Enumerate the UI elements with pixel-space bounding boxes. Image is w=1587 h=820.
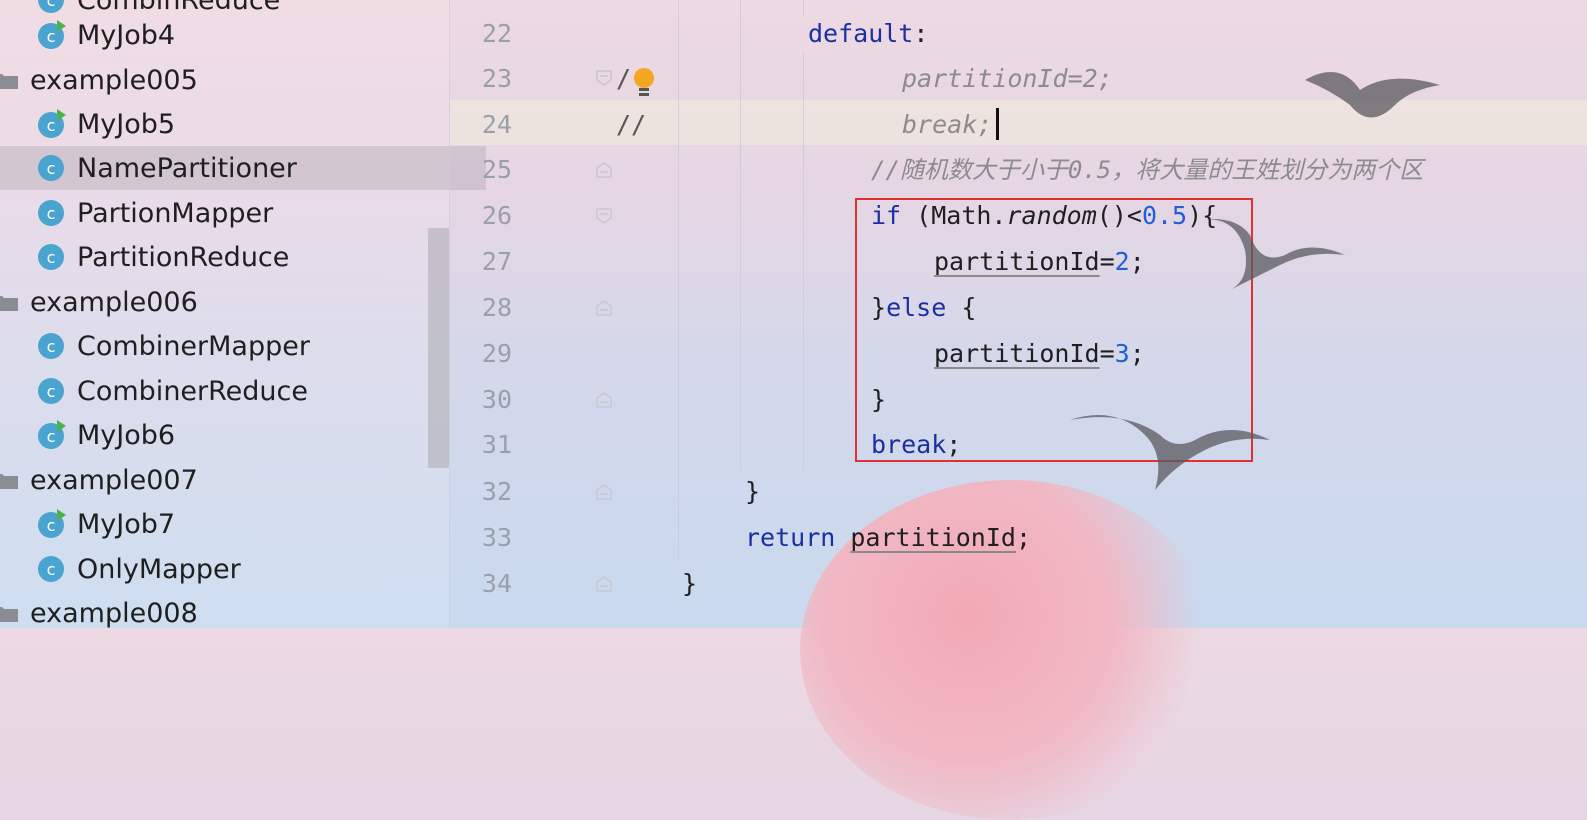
tree-item-label: example005 <box>30 64 198 96</box>
line-number: 32 <box>481 477 512 506</box>
run-class-icon: c <box>36 420 66 450</box>
class-icon: c <box>36 198 66 228</box>
package-folder-icon <box>0 604 18 622</box>
tree-item-example006[interactable]: example006 <box>0 280 450 324</box>
class-icon: c <box>36 242 66 272</box>
svg-text:c: c <box>47 27 56 46</box>
code-line-23[interactable]: partitionId=2; <box>902 64 1113 94</box>
svg-text:c: c <box>47 382 56 401</box>
tree-item-label: example006 <box>30 286 198 318</box>
line-number: 30 <box>481 385 512 414</box>
svg-text:c: c <box>47 204 56 223</box>
tree-item-myjob5[interactable]: c MyJob5 <box>0 102 486 146</box>
fold-end-icon[interactable] <box>596 484 612 500</box>
tree-item-label: MyJob6 <box>77 419 176 451</box>
line-number: 25 <box>481 155 512 184</box>
tree-item-combinermapper[interactable]: c CombinerMapper <box>0 324 486 368</box>
project-tree: c CombinReduce c MyJob4 example005 c MyJ… <box>0 0 486 629</box>
svg-text:c: c <box>47 560 56 579</box>
sidebar-scrollbar[interactable] <box>428 228 449 468</box>
line-number: 29 <box>481 339 512 368</box>
tree-item-myjob4[interactable]: c MyJob4 <box>0 13 486 57</box>
package-folder-icon <box>0 293 18 311</box>
tree-item-label: example008 <box>30 597 198 629</box>
fold-end-icon[interactable] <box>596 392 612 408</box>
indent-guide <box>740 0 741 470</box>
svg-text:c: c <box>47 427 56 446</box>
indent-guide <box>803 52 804 470</box>
text-caret <box>996 108 999 140</box>
svg-text:c: c <box>47 159 56 178</box>
variable: partitionId <box>850 523 1016 552</box>
tree-item-myjob6[interactable]: c MyJob6 <box>0 413 486 457</box>
tree-item-partionmapper[interactable]: c PartionMapper <box>0 191 486 235</box>
svg-text:c: c <box>47 116 56 135</box>
code-line-22[interactable]: default: <box>808 19 928 49</box>
line-number: 26 <box>481 201 512 230</box>
line-number: 33 <box>481 523 512 552</box>
tree-item-partitionreduce[interactable]: c PartitionReduce <box>0 235 486 279</box>
line-number: 31 <box>481 430 512 459</box>
bird-silhouette-icon <box>1200 219 1345 290</box>
code-line-33[interactable]: return partitionId; <box>745 523 1031 553</box>
run-class-icon: c <box>36 109 66 139</box>
code-line-25[interactable]: //随机数大于小于0.5，将大量的王姓划分为两个区 <box>871 155 1423 185</box>
tree-item-label: NamePartitioner <box>77 152 297 184</box>
package-folder-icon <box>0 71 18 89</box>
tree-item-label: CombinerReduce <box>77 375 309 407</box>
tree-item-label: MyJob7 <box>77 508 176 540</box>
tree-item-label: MyJob4 <box>77 19 176 51</box>
class-icon: c <box>36 331 66 361</box>
tree-item-example007[interactable]: example007 <box>0 458 450 502</box>
svg-text:c: c <box>47 0 56 10</box>
bird-silhouette-icon <box>1305 72 1440 118</box>
code-text: : <box>913 19 929 48</box>
tree-item-label: PartionMapper <box>77 197 274 229</box>
line-number: 24 <box>481 110 512 139</box>
keyword: return <box>745 523 836 552</box>
fold-toggle-icon[interactable] <box>596 70 612 86</box>
comment-marker: // <box>616 110 647 139</box>
fold-end-icon[interactable] <box>596 300 612 316</box>
tree-item-example008[interactable]: example008 <box>0 591 450 635</box>
code-line-34[interactable]: } <box>682 569 697 599</box>
tree-item-combinerreduce[interactable]: c CombinerReduce <box>0 369 486 413</box>
run-class-icon: c <box>36 20 66 50</box>
tree-item-namepartitioner[interactable]: c NamePartitioner <box>0 146 486 190</box>
tree-item-onlymapper[interactable]: c OnlyMapper <box>0 547 486 591</box>
tree-item-label: OnlyMapper <box>77 553 241 585</box>
line-number: 22 <box>481 19 512 48</box>
svg-text:c: c <box>47 516 56 535</box>
line-number: 23 <box>481 64 512 93</box>
fold-toggle-icon[interactable] <box>596 208 612 224</box>
tree-item-label: CombinerMapper <box>77 330 310 362</box>
line-number: 27 <box>481 247 512 276</box>
line-number: 28 <box>481 293 512 322</box>
svg-text:c: c <box>47 248 56 267</box>
fold-end-icon[interactable] <box>596 162 612 178</box>
tree-item-example005[interactable]: example005 <box>0 58 450 102</box>
class-icon: c <box>36 376 66 406</box>
indent-guide <box>803 0 804 16</box>
tree-item-label: example007 <box>30 464 198 496</box>
comment-marker: / <box>616 64 632 93</box>
bird-silhouette-icon <box>1070 415 1270 490</box>
code-line-24[interactable]: break; <box>902 110 992 140</box>
run-class-icon: c <box>36 509 66 539</box>
code-line-32[interactable]: } <box>745 477 760 507</box>
code-text: ; <box>1015 523 1032 552</box>
package-folder-icon <box>0 471 18 489</box>
svg-text:c: c <box>47 337 56 356</box>
tree-item-myjob7[interactable]: c MyJob7 <box>0 502 486 546</box>
indent-guide <box>678 0 679 560</box>
tree-item-label: PartitionReduce <box>77 241 290 273</box>
class-icon: c <box>36 153 66 183</box>
keyword: default <box>808 19 914 48</box>
line-number: 34 <box>481 569 512 598</box>
lightbulb-icon[interactable] <box>632 66 656 100</box>
class-icon: c <box>36 554 66 584</box>
tree-item-label: MyJob5 <box>77 108 176 140</box>
fold-end-icon[interactable] <box>596 576 612 592</box>
